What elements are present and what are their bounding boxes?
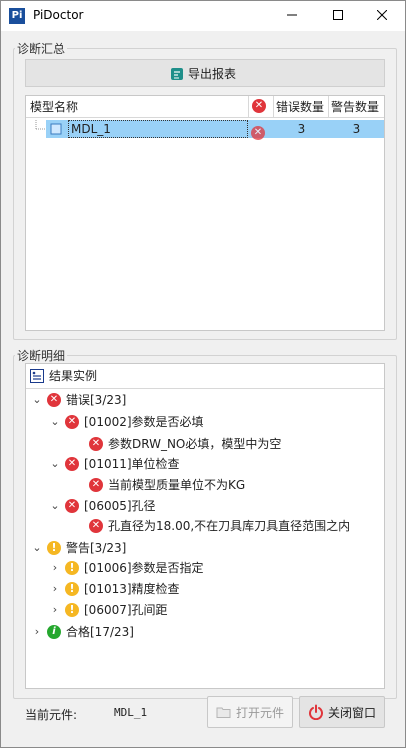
open-component-label: 打开元件 bbox=[235, 705, 284, 720]
tree-node-warning-item[interactable]: › ! [01013]精度检查 bbox=[50, 579, 180, 599]
folder-open-icon bbox=[216, 707, 231, 718]
chevron-right-icon[interactable]: › bbox=[50, 600, 60, 620]
warning-icon: ! bbox=[65, 582, 79, 596]
maximize-button[interactable] bbox=[315, 1, 361, 31]
minimize-button[interactable] bbox=[269, 1, 315, 31]
export-report-label: 导出报表 bbox=[188, 67, 237, 81]
chevron-right-icon[interactable]: › bbox=[50, 558, 60, 578]
tree-node-warning-item[interactable]: › ! [06007]孔间距 bbox=[50, 600, 168, 620]
window-title: PiDoctor bbox=[33, 8, 84, 22]
chevron-down-icon[interactable]: ⌄ bbox=[50, 496, 60, 516]
minimize-icon bbox=[287, 14, 297, 16]
tree-node-label: [01013]精度检查 bbox=[84, 582, 180, 596]
open-component-button[interactable]: 打开元件 bbox=[207, 696, 293, 728]
column-header-errors[interactable]: 错误数量 bbox=[274, 96, 329, 118]
chevron-down-icon[interactable]: ⌄ bbox=[50, 412, 60, 432]
column-header-model-name[interactable]: 模型名称 bbox=[26, 96, 249, 118]
error-icon: ✕ bbox=[89, 437, 103, 451]
warning-count-cell: 3 bbox=[352, 122, 361, 136]
error-icon: ✕ bbox=[252, 99, 266, 113]
tree-node-label: 当前模型质量单位不为KG bbox=[108, 478, 246, 492]
column-header-status[interactable]: ✕ bbox=[249, 96, 274, 118]
tree-node-error-message[interactable]: ✕ 孔直径为18.00,不在刀具库刀具直径范围之内 bbox=[89, 516, 350, 536]
error-count-cell: 3 bbox=[297, 122, 306, 136]
tree-node-label: [06005]孔径 bbox=[84, 499, 156, 513]
chevron-right-icon[interactable]: › bbox=[32, 622, 42, 642]
detail-group-title: 诊断明细 bbox=[15, 347, 68, 364]
row-status-cell: ✕ bbox=[251, 122, 265, 140]
error-icon: ✕ bbox=[65, 499, 79, 513]
tree-node-error-item[interactable]: ⌄ ✕ [01002]参数是否必填 bbox=[50, 412, 204, 432]
tree-node-label: [06007]孔间距 bbox=[84, 603, 168, 617]
tree-node-error-message[interactable]: ✕ 当前模型质量单位不为KG bbox=[89, 475, 245, 495]
maximize-icon bbox=[333, 10, 343, 20]
summary-group-title: 诊断汇总 bbox=[15, 40, 68, 57]
export-report-button[interactable]: 导出报表 bbox=[25, 59, 385, 87]
column-header-warnings[interactable]: 警告数量 bbox=[329, 96, 384, 118]
tree-node-passed[interactable]: › i 合格[17/23] bbox=[32, 622, 134, 642]
summary-table: 模型名称 ✕ 错误数量 警告数量 MDL_1 ✕ 3 3 bbox=[25, 95, 385, 331]
result-instance-label: 结果实例 bbox=[49, 369, 98, 383]
power-icon bbox=[309, 704, 323, 720]
chevron-right-icon[interactable]: › bbox=[50, 579, 60, 599]
tree-node-label: 错误[3/23] bbox=[66, 393, 127, 407]
chevron-down-icon[interactable]: ⌄ bbox=[32, 538, 42, 558]
export-report-icon bbox=[171, 67, 183, 80]
tree-node-label: 警告[3/23] bbox=[66, 541, 127, 555]
close-window-button[interactable] bbox=[359, 1, 405, 31]
detail-tree-header: 结果实例 bbox=[26, 364, 384, 389]
model-name-cell: MDL_1 bbox=[68, 120, 248, 138]
error-icon: ✕ bbox=[89, 478, 103, 492]
current-component-value: MDL_1 bbox=[114, 706, 148, 719]
current-component-label: 当前元件: bbox=[25, 708, 78, 722]
title-bar: Pi PiDoctor bbox=[1, 1, 405, 31]
tree-node-label: [01002]参数是否必填 bbox=[84, 415, 204, 429]
app-logo-icon: Pi bbox=[9, 8, 25, 24]
app-window: Pi PiDoctor 诊断汇总 导出报表 模型名称 ✕ 错误数量 警告数量 M… bbox=[0, 0, 406, 748]
detail-tree-panel: 结果实例 ⌄ ✕ 错误[3/23] ⌄ ✕ [01002]参数是否必填 ✕ 参数… bbox=[25, 363, 385, 689]
chevron-down-icon[interactable]: ⌄ bbox=[50, 454, 60, 474]
result-list-icon bbox=[30, 369, 44, 383]
tree-node-error-item[interactable]: ⌄ ✕ [01011]单位检查 bbox=[50, 454, 180, 474]
tree-node-label: 孔直径为18.00,不在刀具库刀具直径范围之内 bbox=[108, 519, 351, 533]
close-icon bbox=[376, 9, 388, 21]
warning-icon: ! bbox=[47, 541, 61, 555]
error-icon: ✕ bbox=[47, 393, 61, 407]
chevron-down-icon[interactable]: ⌄ bbox=[32, 390, 42, 410]
error-icon: ✕ bbox=[65, 415, 79, 429]
tree-node-label: 合格[17/23] bbox=[66, 625, 134, 639]
info-icon: i bbox=[47, 625, 61, 639]
error-icon: ✕ bbox=[89, 519, 103, 533]
tree-node-error-item[interactable]: ⌄ ✕ [06005]孔径 bbox=[50, 496, 156, 516]
warning-icon: ! bbox=[65, 603, 79, 617]
tree-node-label: [01011]单位检查 bbox=[84, 457, 180, 471]
close-window-button[interactable]: 关闭窗口 bbox=[299, 696, 385, 728]
warning-icon: ! bbox=[65, 561, 79, 575]
error-icon: ✕ bbox=[65, 457, 79, 471]
tree-node-label: [01006]参数是否指定 bbox=[84, 561, 204, 575]
tree-node-error-message[interactable]: ✕ 参数DRW_NO必填，模型中为空 bbox=[89, 434, 281, 454]
error-icon: ✕ bbox=[251, 126, 265, 140]
tree-node-warnings[interactable]: ⌄ ! 警告[3/23] bbox=[32, 538, 126, 558]
tree-node-label: 参数DRW_NO必填，模型中为空 bbox=[108, 437, 282, 451]
model-cube-icon bbox=[50, 123, 62, 135]
tree-node-errors[interactable]: ⌄ ✕ 错误[3/23] bbox=[32, 390, 126, 410]
result-instance-header: 结果实例 bbox=[30, 366, 97, 386]
close-window-label: 关闭窗口 bbox=[327, 705, 376, 720]
tree-node-warning-item[interactable]: › ! [01006]参数是否指定 bbox=[50, 558, 204, 578]
